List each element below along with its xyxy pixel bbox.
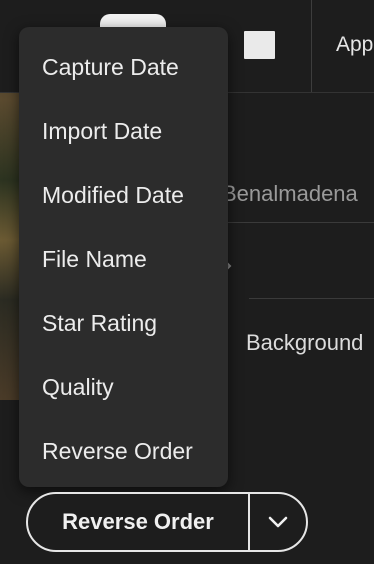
square-view-icon[interactable] (244, 31, 275, 59)
menu-item-star-rating[interactable]: Star Rating (42, 303, 157, 343)
menu-item-reverse-order[interactable]: Reverse Order (42, 431, 193, 471)
sort-dropdown-menu: Capture Date Import Date Modified Date F… (19, 27, 228, 487)
panel-divider (249, 298, 374, 299)
toolbar-app-label[interactable]: App (336, 33, 373, 57)
menu-item-quality[interactable]: Quality (42, 367, 114, 407)
menu-item-file-name[interactable]: File Name (42, 239, 147, 279)
toolbar-divider (311, 0, 312, 92)
sort-dropdown-toggle[interactable] (250, 494, 306, 550)
chevron-down-icon (268, 516, 288, 528)
photo-filename: Benalmadena (222, 181, 358, 206)
background-panel-label[interactable]: Background (246, 330, 363, 356)
menu-item-modified-date[interactable]: Modified Date (42, 175, 184, 215)
menu-item-import-date[interactable]: Import Date (42, 111, 162, 151)
menu-item-capture-date[interactable]: Capture Date (42, 47, 179, 87)
panel-divider (222, 222, 374, 223)
sort-order-button[interactable]: Reverse Order (26, 492, 308, 552)
sort-order-label[interactable]: Reverse Order (28, 494, 248, 550)
app-window: App Benalmadena Background Capture Date … (0, 0, 374, 564)
